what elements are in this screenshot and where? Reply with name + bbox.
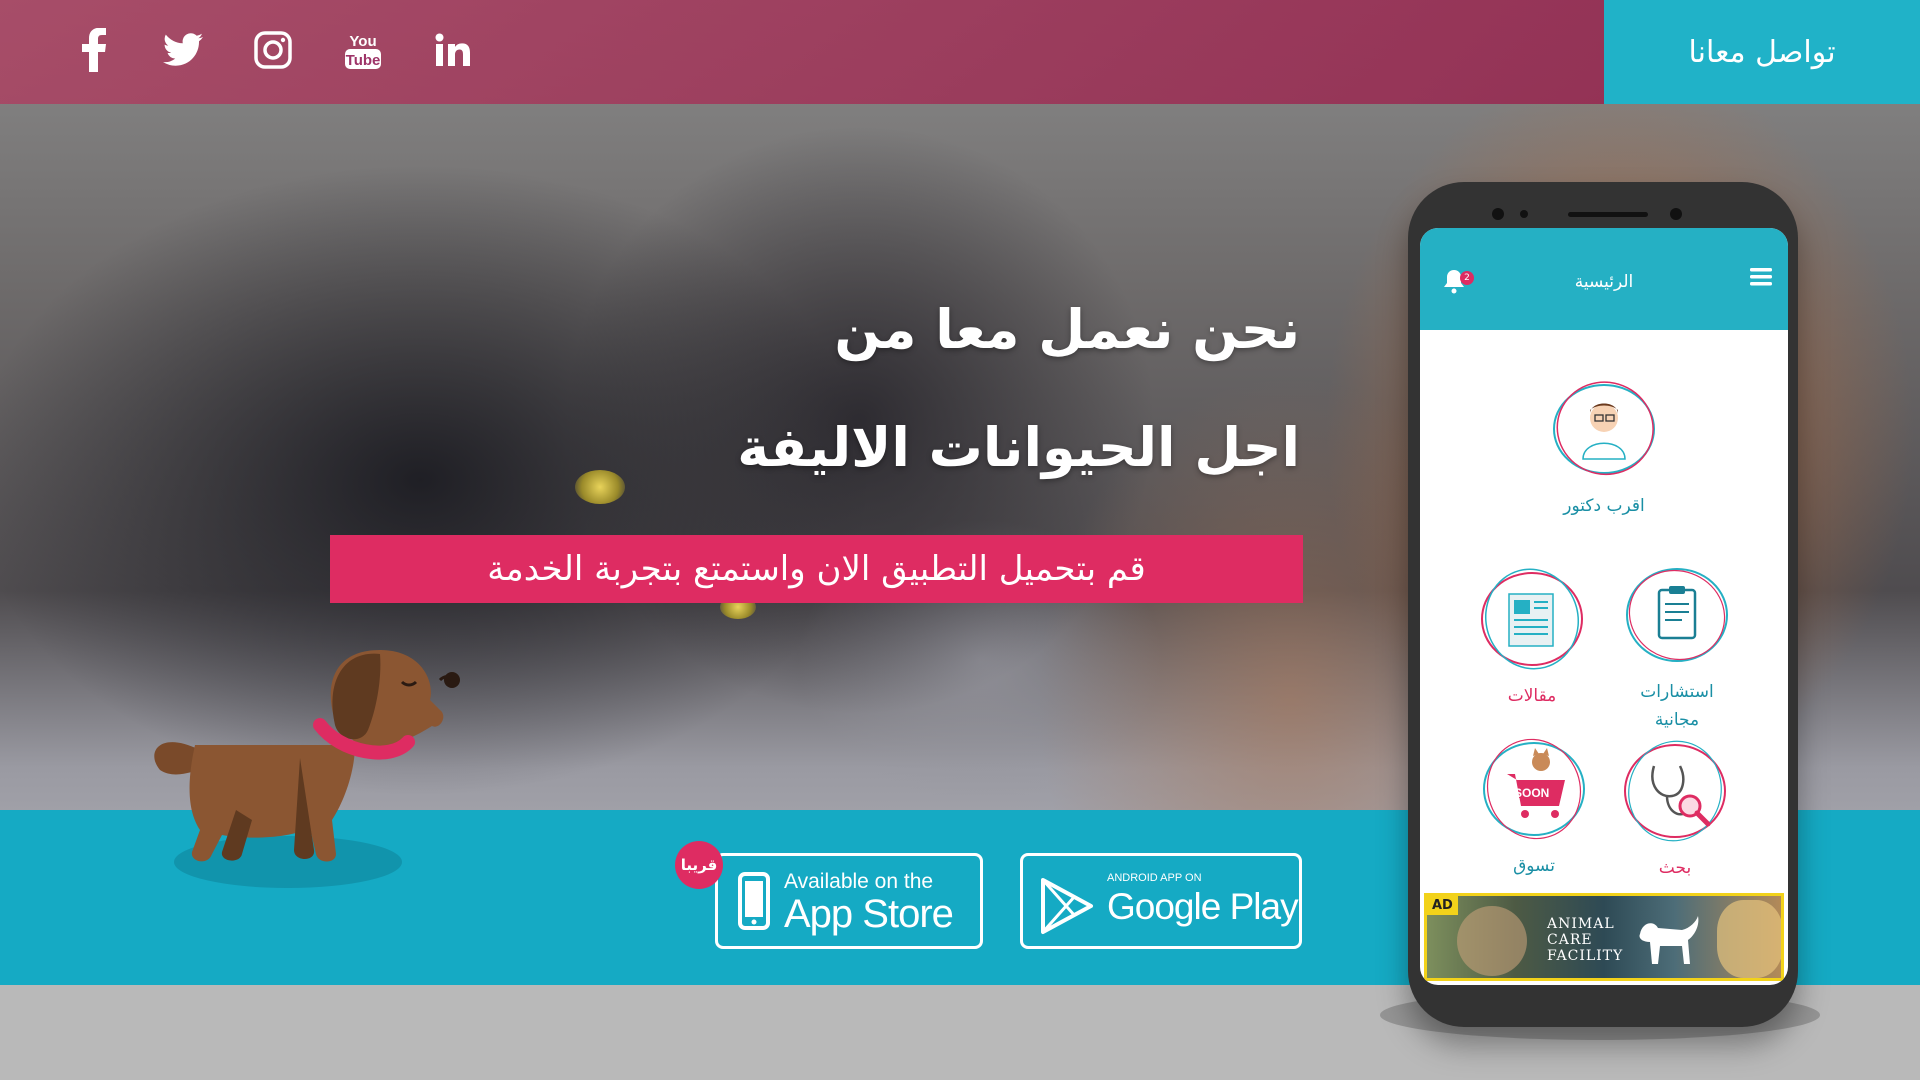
phone-camera <box>1492 208 1504 220</box>
google-play-small-text: ANDROID APP ON <box>1107 872 1202 884</box>
facebook-icon[interactable] <box>66 24 122 76</box>
feature-shop[interactable]: SOON تسوق <box>1479 734 1589 880</box>
app-store-small-text: Available on the <box>784 870 934 893</box>
app-store-big-text: App Store <box>784 892 954 936</box>
ad-banner[interactable]: AD ANIMAL CARE FACILITY <box>1424 893 1784 981</box>
dog-silhouette-icon <box>1639 916 1699 964</box>
feature-consult-label-line1: استشارات <box>1640 682 1714 702</box>
stethoscope-search-icon <box>1624 740 1726 842</box>
ad-photo <box>1457 906 1527 976</box>
feature-search[interactable]: بحث <box>1620 736 1730 882</box>
play-store-icon <box>1041 878 1093 934</box>
feature-articles[interactable]: مقالات <box>1477 564 1587 710</box>
linkedin-icon[interactable] <box>425 24 481 76</box>
soon-badge-text: قريبا <box>680 856 718 874</box>
feature-search-label: بحث <box>1658 858 1692 878</box>
phone-sensor <box>1520 210 1528 218</box>
feature-articles-label: مقالات <box>1507 686 1557 706</box>
cat-eye <box>575 470 625 504</box>
hero-subtitle-text: قم بتحميل التطبيق الان واستمتع بتجربة ال… <box>487 549 1146 589</box>
phone-camera <box>1670 208 1682 220</box>
contact-us-label: تواصل معانا <box>1688 34 1836 70</box>
ad-photo <box>1717 900 1781 978</box>
google-play-big-text: Google Play <box>1107 886 1299 927</box>
app-header: 2 الرئيسية <box>1420 228 1788 330</box>
ad-text: ANIMAL CARE FACILITY <box>1547 916 1624 964</box>
hero-title-line2: اجل الحيوانات الاليفة <box>737 416 1300 479</box>
doctor-icon <box>1553 381 1655 476</box>
feature-free-consultations[interactable]: استشارات مجانية <box>1622 560 1732 734</box>
app-store-button[interactable]: Available on the App Store <box>715 853 983 949</box>
top-bar <box>0 0 1604 104</box>
feature-shop-label: تسوق <box>1513 856 1555 876</box>
instagram-icon[interactable] <box>245 24 301 76</box>
svg-text:Tube: Tube <box>346 52 381 69</box>
contact-us-button[interactable]: تواصل معانا <box>1604 0 1920 104</box>
feature-consult-label-line2: مجانية <box>1654 710 1700 730</box>
google-play-button[interactable]: ANDROID APP ON Google Play <box>1020 853 1302 949</box>
svg-text:You: You <box>349 33 376 50</box>
shop-soon-badge: SOON <box>1514 786 1550 800</box>
app-title: الرئيسية <box>1574 272 1634 292</box>
hamburger-menu-icon[interactable] <box>1750 268 1772 286</box>
hero-subtitle: قم بتحميل التطبيق الان واستمتع بتجربة ال… <box>330 535 1303 603</box>
feature-doctor-label: اقرب دكتور <box>1563 496 1645 516</box>
app-screen: 2 الرئيسية اقرب دكتور مقالات استشارات مج… <box>1420 228 1788 985</box>
phone-speaker <box>1568 212 1648 217</box>
newspaper-icon <box>1481 568 1583 670</box>
twitter-icon[interactable] <box>155 24 211 76</box>
hero-title-line1: نحن نعمل معا من <box>834 298 1300 361</box>
soon-badge: قريبا <box>675 841 723 889</box>
youtube-icon[interactable]: You Tube <box>335 24 391 76</box>
ad-tag: AD <box>1427 896 1458 915</box>
clipboard-icon <box>1626 568 1728 662</box>
dog-illustration <box>154 650 460 888</box>
feature-nearest-doctor[interactable]: اقرب دكتور <box>1549 374 1659 520</box>
smartphone-icon <box>738 872 770 930</box>
